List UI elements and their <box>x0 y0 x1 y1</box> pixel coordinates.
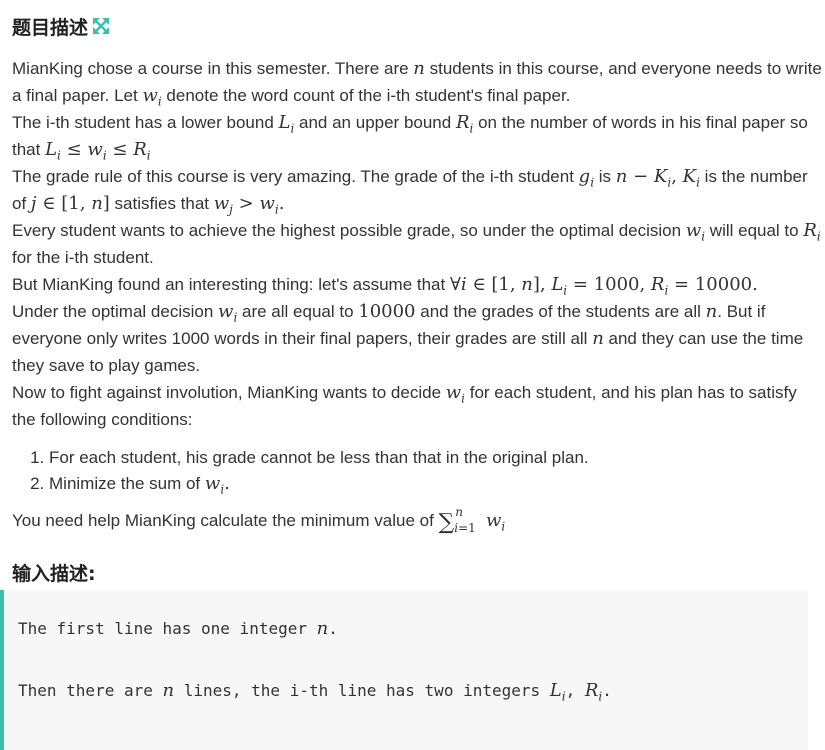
problem-description-body: MianKing chose a course in this semester… <box>12 55 822 536</box>
input-format-block: The first line has one integer n. Then t… <box>0 590 808 750</box>
description-paragraph: Every student wants to achieve the highe… <box>12 220 821 267</box>
input-format-line: Then there are n lines, the i-th line ha… <box>18 680 612 704</box>
conditions-list: For each student, his grade cannot be le… <box>12 445 822 497</box>
description-paragraph: Under the optimal decision wi are all eq… <box>12 301 804 375</box>
description-paragraph: MianKing chose a course in this semester… <box>12 58 822 109</box>
expand-arrows-icon[interactable] <box>92 17 110 35</box>
list-item: For each student, his grade cannot be le… <box>49 445 822 471</box>
input-format-line: The first line has one integer n. <box>18 618 338 639</box>
description-paragraph: The i-th student has a lower bound Li an… <box>12 112 808 163</box>
list-item: Minimize the sum of wi. <box>49 471 822 497</box>
description-paragraph: But MianKing found an interesting thing:… <box>12 274 758 298</box>
description-paragraph: You need help MianKing calculate the min… <box>12 505 506 535</box>
description-paragraph: The grade rule of this course is very am… <box>12 166 808 217</box>
description-paragraph: Now to fight against involution, MianKin… <box>12 382 797 429</box>
problem-page: 题目描述 MianKing chose a course in this sem… <box>12 10 822 588</box>
input-description-title: 输入描述: <box>12 562 96 585</box>
input-description-heading: 输入描述: <box>12 556 822 588</box>
problem-description-title: 题目描述 <box>12 16 89 39</box>
problem-description-heading: 题目描述 <box>12 10 822 42</box>
